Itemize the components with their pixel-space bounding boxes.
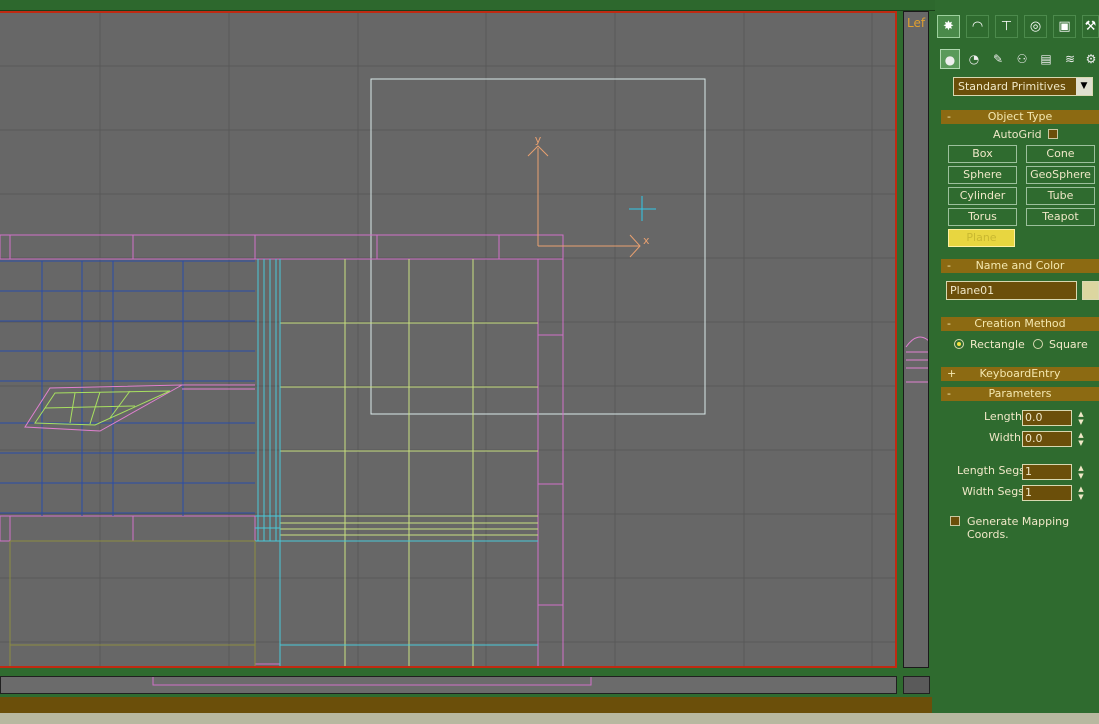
geometry-icon[interactable]: ●: [940, 49, 960, 69]
generate-mapping-checkbox[interactable]: [950, 516, 960, 526]
shapes-icon[interactable]: ◔: [964, 49, 984, 69]
width-spinner-arrows-icon[interactable]: ▲ ▼: [1076, 431, 1086, 447]
length-segs-label: Length Segs:: [957, 464, 1029, 477]
square-radio[interactable]: [1033, 339, 1043, 349]
autogrid-checkbox[interactable]: [1048, 129, 1058, 139]
rollout-title: Creation Method: [974, 317, 1066, 330]
viewport-nav-icon[interactable]: [903, 676, 930, 694]
cone-button[interactable]: Cone: [1026, 145, 1095, 163]
utilities-icon[interactable]: ⚒: [1082, 15, 1099, 38]
floor-wireframe: [9, 540, 256, 666]
length-segs-arrows-icon[interactable]: ▲ ▼: [1076, 464, 1086, 480]
box-button[interactable]: Box: [948, 145, 1017, 163]
plane-button[interactable]: Plane: [948, 229, 1015, 247]
parameters-rollout[interactable]: - Parameters: [941, 387, 1099, 401]
chevron-down-icon[interactable]: ▼: [1076, 78, 1092, 95]
small-object-mesh: [34, 390, 171, 426]
status-bar: [0, 697, 932, 713]
object-type-rollout[interactable]: - Object Type: [941, 110, 1099, 124]
viewport-scene: y x: [0, 13, 895, 668]
category-dropdown[interactable]: Standard Primitives ▼: [953, 77, 1093, 96]
object-name-field[interactable]: Plane01: [946, 281, 1077, 300]
object-color-swatch[interactable]: [1082, 281, 1099, 300]
sphere-button[interactable]: Sphere: [948, 166, 1017, 184]
command-panel: ✸ ◠ ⊤ ◎ ▣ ⚒ ● ◔ ✎ ⚇ ▤ ≋ ⚙ Standard Primi…: [932, 11, 1099, 713]
collapse-icon: -: [947, 110, 951, 123]
door-wireframe[interactable]: [280, 259, 538, 668]
square-label: Square: [1049, 338, 1088, 351]
motion-icon[interactable]: ◎: [1024, 15, 1047, 38]
cyan-wireframe[interactable]: [255, 259, 538, 668]
transform-gizmo[interactable]: [527, 145, 641, 258]
viewport-grid: [0, 13, 895, 666]
gizmo-x-label: x: [643, 234, 650, 247]
width-spinner[interactable]: 0.0: [1022, 431, 1072, 447]
width-segs-label: Width Segs:: [962, 485, 1028, 498]
command-panel-tabs: ✸ ◠ ⊤ ◎ ▣ ⚒: [937, 15, 1099, 39]
collapse-icon: -: [947, 317, 951, 330]
create-icon[interactable]: ✸: [937, 15, 960, 38]
autogrid-label: AutoGrid: [993, 128, 1042, 141]
helpers-icon[interactable]: ▤: [1036, 49, 1056, 69]
length-spinner[interactable]: 0.0: [1022, 410, 1072, 426]
front-viewport[interactable]: y x: [0, 11, 897, 668]
keyboard-entry-rollout[interactable]: + KeyboardEntry: [941, 367, 1099, 381]
geosphere-button[interactable]: GeoSphere: [1026, 166, 1095, 184]
creation-method-rollout[interactable]: - Creation Method: [941, 317, 1099, 331]
category-value: Standard Primitives: [958, 80, 1066, 93]
width-label: Width:: [989, 431, 1025, 444]
cylinder-button[interactable]: Cylinder: [948, 187, 1017, 205]
display-icon[interactable]: ▣: [1053, 15, 1076, 38]
generate-mapping-label: Generate Mapping Coords.: [967, 515, 1070, 541]
expand-icon: +: [947, 367, 957, 380]
torus-button[interactable]: Torus: [948, 208, 1017, 226]
lights-icon[interactable]: ✎: [988, 49, 1008, 69]
collapse-icon: -: [947, 387, 951, 400]
rectangle-radio[interactable]: [954, 339, 964, 349]
length-spinner-arrows-icon[interactable]: ▲ ▼: [1076, 410, 1086, 426]
rollout-title: Object Type: [987, 110, 1053, 123]
rollout-title: Name and Color: [975, 259, 1065, 272]
gizmo-y-label: y: [535, 133, 542, 146]
teapot-button[interactable]: Teapot: [1026, 208, 1095, 226]
collapse-icon: -: [947, 259, 951, 272]
main-toolbar: [0, 0, 935, 11]
hierarchy-icon[interactable]: ⊤: [995, 15, 1018, 38]
length-label: Length:: [984, 410, 1026, 423]
rollout-title: KeyboardEntry: [979, 367, 1061, 380]
crosshair-cursor-icon: [629, 196, 656, 221]
rectangle-label: Rectangle: [970, 338, 1025, 351]
rollout-title: Parameters: [988, 387, 1052, 400]
width-segs-arrows-icon[interactable]: ▲ ▼: [1076, 485, 1086, 501]
systems-icon[interactable]: ⚙: [1084, 49, 1098, 69]
length-segs-spinner[interactable]: 1: [1022, 464, 1072, 480]
left-viewport-scene: [905, 336, 928, 383]
track-bar[interactable]: [0, 713, 1099, 724]
spacewarps-icon[interactable]: ≋: [1060, 49, 1080, 69]
left-viewport[interactable]: Lef: [903, 11, 929, 668]
tube-button[interactable]: Tube: [1026, 187, 1095, 205]
name-color-rollout[interactable]: - Name and Color: [941, 259, 1099, 273]
time-slider-ticks: [152, 677, 592, 686]
cameras-icon[interactable]: ⚇: [1012, 49, 1032, 69]
modify-icon[interactable]: ◠: [966, 15, 989, 38]
width-segs-spinner[interactable]: 1: [1022, 485, 1072, 501]
time-slider[interactable]: [0, 676, 897, 694]
